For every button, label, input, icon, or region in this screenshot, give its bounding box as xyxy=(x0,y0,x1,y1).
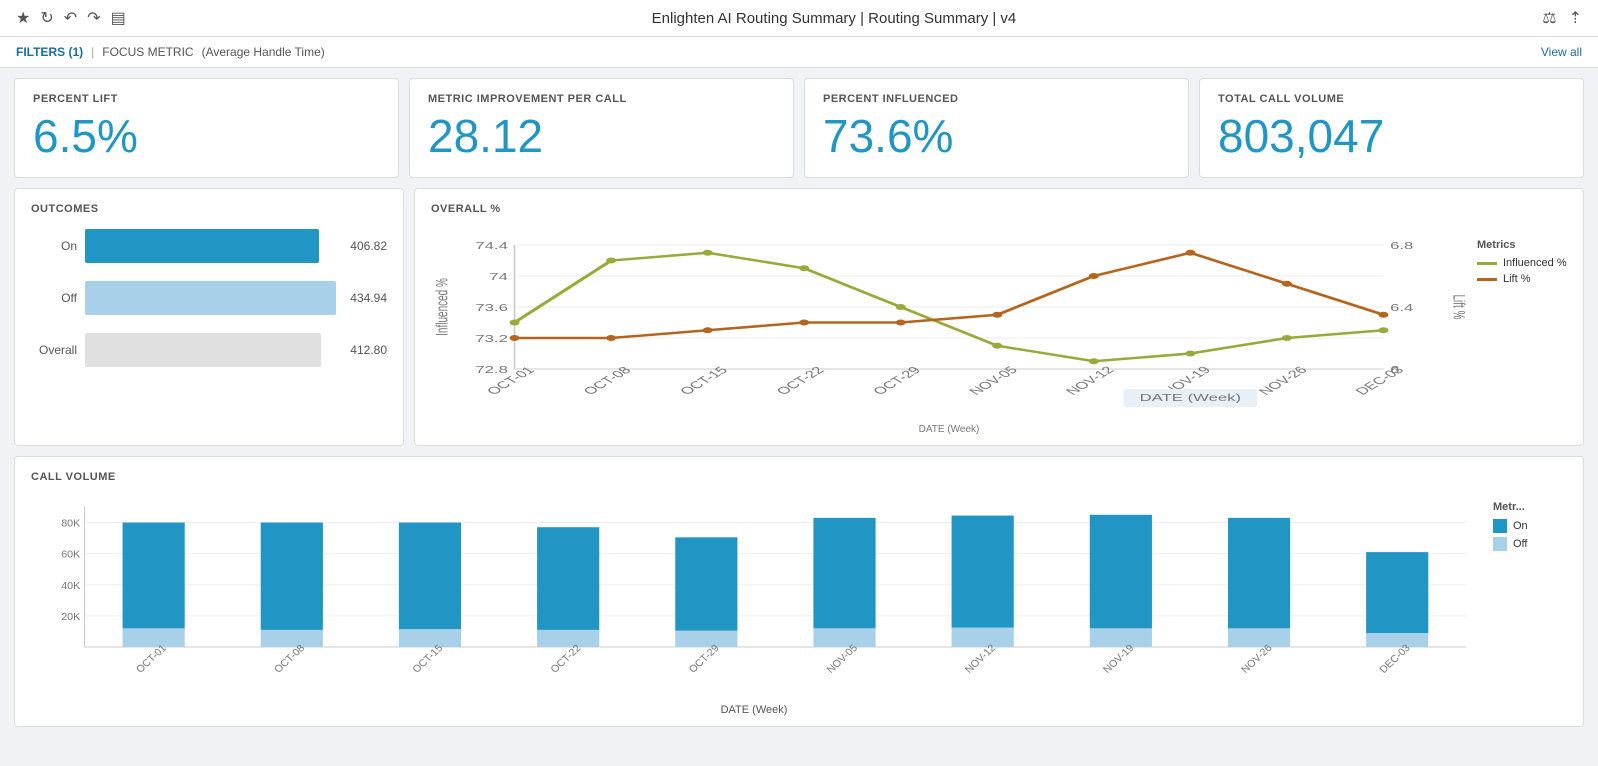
main-content: PERCENT LIFT 6.5% METRIC IMPROVEMENT PER… xyxy=(0,68,1598,737)
svg-text:Lift %: Lift % xyxy=(1450,295,1468,320)
svg-text:6.4: 6.4 xyxy=(1390,302,1414,313)
svg-text:40K: 40K xyxy=(61,581,80,592)
outcome-label: On xyxy=(31,239,77,253)
share-icon[interactable]: ▤ xyxy=(111,8,126,28)
svg-text:NOV-19: NOV-19 xyxy=(1102,643,1137,676)
history-icon[interactable]: ↻ xyxy=(40,8,53,28)
outcome-row: Off 434.94 xyxy=(31,281,387,315)
on-legend-label: On xyxy=(1513,520,1528,532)
svg-text:OCT-15: OCT-15 xyxy=(411,643,446,675)
off-legend-label: Off xyxy=(1513,538,1527,550)
kpi-label-percent-influenced: PERCENT INFLUENCED xyxy=(823,93,1170,105)
kpi-value-total-call-volume: 803,047 xyxy=(1218,113,1565,159)
header-right: ⚖ ⇡ xyxy=(1542,8,1582,28)
overall-pct-title: OVERALL % xyxy=(431,203,1567,215)
focus-metric-value: (Average Handle Time) xyxy=(202,45,325,59)
outcomes-chart: On 406.82 Off 434.94 Overall 412.80 xyxy=(31,229,387,367)
svg-text:NOV-05: NOV-05 xyxy=(825,643,860,676)
svg-text:80K: 80K xyxy=(61,519,80,530)
outcome-label: Off xyxy=(31,291,77,305)
outcome-row: On 406.82 xyxy=(31,229,387,263)
filter-bar: FILTERS (1) | FOCUS METRIC (Average Hand… xyxy=(0,37,1598,68)
undo-icon[interactable]: ↶ xyxy=(64,8,77,28)
svg-text:73.6: 73.6 xyxy=(475,302,508,313)
svg-text:20K: 20K xyxy=(61,612,80,623)
svg-text:Influenced %: Influenced % xyxy=(433,278,451,336)
outcome-value: 412.80 xyxy=(350,343,387,357)
kpi-label-metric-improvement: METRIC IMPROVEMENT PER CALL xyxy=(428,93,775,105)
svg-text:DEC-03: DEC-03 xyxy=(1378,643,1413,676)
outcomes-title: OUTCOMES xyxy=(31,203,387,215)
outcome-value: 434.94 xyxy=(350,291,387,305)
focus-metric-label: FOCUS METRIC xyxy=(102,45,193,59)
kpi-value-metric-improvement: 28.12 xyxy=(428,113,775,159)
lift-legend-line xyxy=(1477,278,1497,281)
svg-text:73.2: 73.2 xyxy=(475,333,507,344)
outcome-bar-on xyxy=(85,229,319,263)
overall-pct-legend: Metrics Influenced % Lift % xyxy=(1467,229,1567,285)
kpi-card-metric-improvement: METRIC IMPROVEMENT PER CALL 28.12 xyxy=(409,78,794,178)
outcome-row: Overall 412.80 xyxy=(31,333,387,367)
svg-text:OCT-29: OCT-29 xyxy=(687,643,722,675)
overall-pct-x-label: DATE (Week) xyxy=(431,424,1467,435)
call-volume-card: CALL VOLUME 80K 60K 40K 20K OCT-01 OCT-08 OCT-… xyxy=(14,456,1584,727)
kpi-card-percent-lift: PERCENT LIFT 6.5% xyxy=(14,78,399,178)
call-volume-legend: Metr... On Off xyxy=(1477,497,1567,551)
outcome-bar-overall xyxy=(85,333,321,367)
overall-pct-chart-area: 72.873.273.67474.466.46.8OCT-01OCT-08OCT… xyxy=(431,229,1467,435)
call-volume-inner: 80K 60K 40K 20K OCT-01 OCT-08 OCT-15 OCT-22 OCT-… xyxy=(31,497,1567,716)
svg-text:OCT-08: OCT-08 xyxy=(273,643,308,675)
kpi-label-total-call-volume: TOTAL CALL VOLUME xyxy=(1218,93,1565,105)
header: ★ ↻ ↶ ↷ ▤ Enlighten AI Routing Summary |… xyxy=(0,0,1598,37)
on-legend-box xyxy=(1493,519,1507,533)
filters-label[interactable]: FILTERS (1) xyxy=(16,45,83,59)
call-volume-x-label: DATE (Week) xyxy=(31,704,1477,716)
svg-text:72.8: 72.8 xyxy=(475,364,508,375)
kpi-value-percent-lift: 6.5% xyxy=(33,113,380,159)
off-legend-box xyxy=(1493,537,1507,551)
bookmark-icon[interactable]: ★ xyxy=(16,8,30,28)
outcomes-card: OUTCOMES On 406.82 Off 434.94 Overall 412.80 xyxy=(14,188,404,446)
redo-icon[interactable]: ↷ xyxy=(87,8,100,28)
charts-row: OUTCOMES On406.82Off434.94Overall412.80 … xyxy=(14,188,1584,446)
outcome-bar-off xyxy=(85,281,336,315)
kpi-value-percent-influenced: 73.6% xyxy=(823,113,1170,159)
svg-text:DATE (Week): DATE (Week) xyxy=(1140,392,1241,403)
svg-text:OCT-22: OCT-22 xyxy=(549,643,584,675)
outcome-value: 406.82 xyxy=(350,239,387,253)
page-title: Enlighten AI Routing Summary | Routing S… xyxy=(652,10,1017,27)
outcome-bar-wrap xyxy=(85,281,336,315)
overall-pct-card: OVERALL % 72.873.273.67474.466.46.8OCT-0… xyxy=(414,188,1584,446)
svg-text:60K: 60K xyxy=(61,550,80,561)
svg-text:74: 74 xyxy=(489,271,508,282)
header-left: ★ ↻ ↶ ↷ ▤ xyxy=(16,8,126,28)
svg-text:OCT-01: OCT-01 xyxy=(135,643,170,675)
influenced-legend-label: Influenced % xyxy=(1503,257,1567,269)
filter-separator: | xyxy=(91,45,94,59)
outcome-bar-wrap xyxy=(85,229,336,263)
kpi-label-percent-lift: PERCENT LIFT xyxy=(33,93,380,105)
kpi-card-total-call-volume: TOTAL CALL VOLUME 803,047 xyxy=(1199,78,1584,178)
svg-text:74.4: 74.4 xyxy=(475,240,508,251)
call-volume-chart-area: 80K 60K 40K 20K OCT-01 OCT-08 OCT-15 OCT-22 OCT-… xyxy=(31,497,1477,716)
filter-icon[interactable]: ⚖ xyxy=(1542,8,1556,28)
view-all-link[interactable]: View all xyxy=(1541,45,1582,59)
overall-pct-legend-title: Metrics xyxy=(1477,239,1567,251)
lift-legend-label: Lift % xyxy=(1503,273,1531,285)
call-volume-title: CALL VOLUME xyxy=(31,471,1567,483)
kpi-card-percent-influenced: PERCENT INFLUENCED 73.6% xyxy=(804,78,1189,178)
influenced-legend-line xyxy=(1477,262,1497,265)
call-volume-legend-title: Metr... xyxy=(1493,501,1567,513)
svg-text:NOV-12: NOV-12 xyxy=(963,643,998,676)
filter-bar-left: FILTERS (1) | FOCUS METRIC (Average Hand… xyxy=(16,45,325,59)
outcome-label: Overall xyxy=(31,343,77,357)
kpi-row: PERCENT LIFT 6.5% METRIC IMPROVEMENT PER… xyxy=(14,78,1584,178)
svg-text:NOV-26: NOV-26 xyxy=(1240,643,1275,676)
outcome-bar-wrap xyxy=(85,333,336,367)
header-icons: ★ ↻ ↶ ↷ ▤ xyxy=(16,8,126,28)
export-icon[interactable]: ⇡ xyxy=(1569,8,1582,28)
svg-text:6.8: 6.8 xyxy=(1390,240,1414,251)
